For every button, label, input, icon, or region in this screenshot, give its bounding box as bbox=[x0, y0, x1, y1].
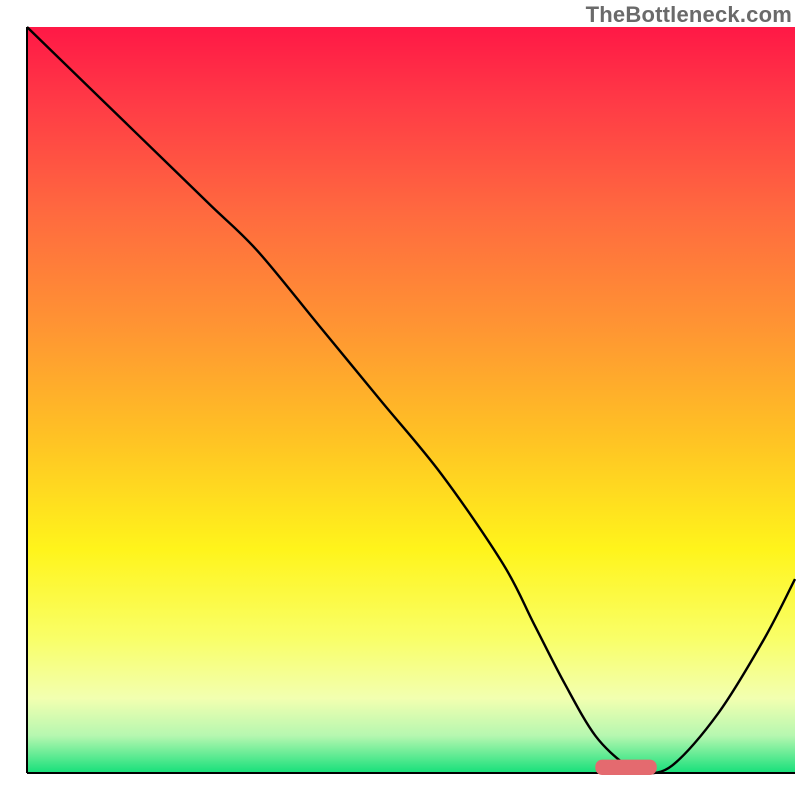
chart-container: TheBottleneck.com bbox=[0, 0, 800, 800]
bottleneck-chart bbox=[0, 0, 800, 800]
optimal-range-marker bbox=[595, 760, 656, 775]
